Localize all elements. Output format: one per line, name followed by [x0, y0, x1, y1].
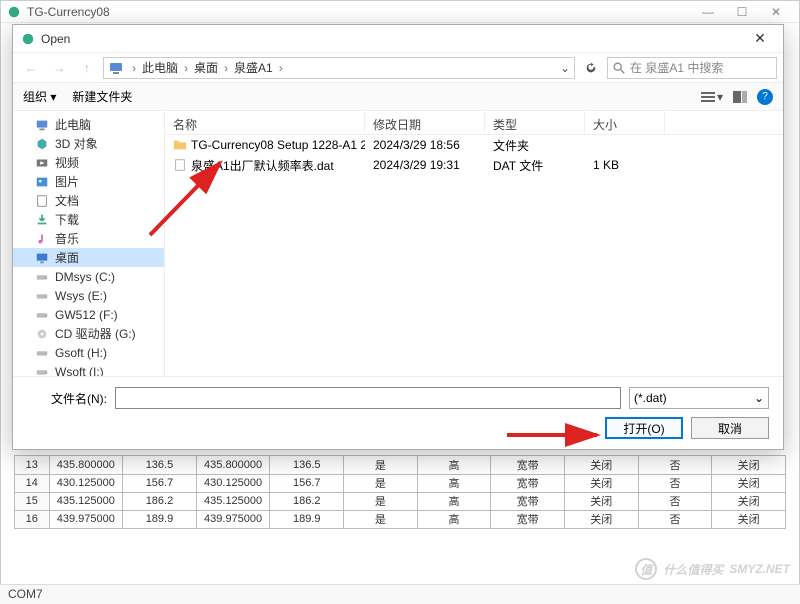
view-mode-button[interactable]: ▾: [701, 90, 723, 104]
minimize-button[interactable]: —: [691, 2, 725, 22]
tree-item-music[interactable]: 音乐: [13, 229, 164, 248]
preview-pane-button[interactable]: [733, 91, 747, 103]
file-icon: [173, 158, 187, 172]
dialog-nav-bar: ← → ↑ › 此电脑 › 桌面 › 泉盛A1 › ⌄ 在 泉盛A1 中搜索: [13, 53, 783, 83]
pc-icon: [108, 60, 124, 76]
folder-tree[interactable]: 此电脑3D 对象视频图片文档下载音乐桌面DMsys (C:)Wsys (E:)G…: [13, 111, 165, 376]
col-type[interactable]: 类型: [485, 111, 585, 134]
col-name[interactable]: 名称: [165, 111, 365, 134]
breadcrumb-dropdown[interactable]: ⌄: [556, 61, 574, 75]
pc-icon: [35, 118, 49, 132]
chevron-down-icon: ⌄: [754, 391, 764, 405]
file-row[interactable]: TG-Currency08 Setup 1228-A1 2024-...2024…: [165, 135, 783, 155]
tree-item-drive[interactable]: Gsoft (H:): [13, 343, 164, 362]
dialog-toolbar: 组织 ▾ 新建文件夹 ▾ ?: [13, 83, 783, 111]
folder-icon: [173, 138, 187, 152]
open-file-dialog: Open ✕ ← → ↑ › 此电脑 › 桌面 › 泉盛A1 › ⌄ 在 泉盛A…: [12, 24, 784, 450]
nav-back-button[interactable]: ←: [19, 57, 43, 79]
search-placeholder: 在 泉盛A1 中搜索: [630, 59, 723, 76]
organize-menu[interactable]: 组织 ▾: [23, 88, 56, 105]
preview-icon: [733, 91, 747, 103]
video-icon: [35, 156, 49, 170]
chevron-right-icon: ›: [180, 61, 192, 75]
tree-item-drive[interactable]: GW512 (F:): [13, 305, 164, 324]
filename-input[interactable]: [115, 387, 621, 409]
tree-item-pc[interactable]: 此电脑: [13, 115, 164, 134]
drive-icon: [35, 346, 49, 360]
search-input[interactable]: 在 泉盛A1 中搜索: [607, 57, 777, 79]
filetype-combo[interactable]: (*.dat) ⌄: [629, 387, 769, 409]
crumb-pc[interactable]: 此电脑: [140, 59, 180, 76]
tree-item-docs[interactable]: 文档: [13, 191, 164, 210]
main-titlebar: TG-Currency08 — ☐ ✕: [1, 1, 799, 23]
dialog-title: Open: [41, 32, 745, 46]
chevron-down-icon: ▾: [717, 90, 723, 104]
main-window-title: TG-Currency08: [27, 5, 691, 19]
app-icon: [21, 32, 35, 46]
close-button[interactable]: ✕: [759, 2, 793, 22]
nav-forward-button[interactable]: →: [47, 57, 71, 79]
tree-item-drive[interactable]: DMsys (C:): [13, 267, 164, 286]
cd-icon: [35, 327, 49, 341]
nav-up-button[interactable]: ↑: [75, 57, 99, 79]
com-port-label: COM7: [8, 587, 43, 601]
tree-item-cd[interactable]: CD 驱动器 (G:): [13, 324, 164, 343]
tree-item-drive[interactable]: Wsys (E:): [13, 286, 164, 305]
dialog-titlebar: Open ✕: [13, 25, 783, 53]
drive-icon: [35, 270, 49, 284]
cancel-button[interactable]: 取消: [691, 417, 769, 439]
app-icon: [7, 5, 21, 19]
file-list-header[interactable]: 名称 修改日期 类型 大小: [165, 111, 783, 135]
crumb-folder[interactable]: 泉盛A1: [232, 59, 275, 76]
drive-icon: [35, 289, 49, 303]
crumb-desktop[interactable]: 桌面: [192, 59, 220, 76]
channel-table[interactable]: 13435.800000136.5435.800000136.5是高宽带关闭否关…: [14, 455, 786, 529]
new-folder-button[interactable]: 新建文件夹: [72, 88, 132, 105]
table-row[interactable]: 15435.125000186.2435.125000186.2是高宽带关闭否关…: [15, 492, 786, 510]
drive-icon: [35, 365, 49, 377]
tree-item-pics[interactable]: 图片: [13, 172, 164, 191]
filetype-value: (*.dat): [634, 391, 667, 405]
chevron-right-icon: ›: [275, 61, 287, 75]
desktop-icon: [35, 251, 49, 265]
chevron-right-icon: ›: [128, 61, 140, 75]
col-size[interactable]: 大小: [585, 111, 665, 134]
file-row[interactable]: 泉盛A1出厂默认频率表.dat2024/3/29 19:31DAT 文件1 KB: [165, 155, 783, 175]
breadcrumb[interactable]: › 此电脑 › 桌面 › 泉盛A1 › ⌄: [103, 57, 575, 79]
tree-item-drive[interactable]: Wsoft (I:): [13, 362, 164, 376]
drive-icon: [35, 308, 49, 322]
list-view-icon: [701, 91, 715, 103]
status-bar: COM7: [0, 584, 800, 604]
tree-item-video[interactable]: 视频: [13, 153, 164, 172]
table-row[interactable]: 16439.975000189.9439.975000189.9是高宽带关闭否关…: [15, 510, 786, 528]
maximize-button[interactable]: ☐: [725, 2, 759, 22]
dl-icon: [35, 213, 49, 227]
pics-icon: [35, 175, 49, 189]
refresh-button[interactable]: [579, 57, 603, 79]
tree-item-desktop[interactable]: 桌面: [13, 248, 164, 267]
tree-item-3d[interactable]: 3D 对象: [13, 134, 164, 153]
music-icon: [35, 232, 49, 246]
filename-label: 文件名(N):: [27, 390, 107, 407]
table-row[interactable]: 14430.125000156.7430.125000156.7是高宽带关闭否关…: [15, 474, 786, 492]
file-list[interactable]: 名称 修改日期 类型 大小 TG-Currency08 Setup 1228-A…: [165, 111, 783, 376]
help-button[interactable]: ?: [757, 89, 773, 105]
watermark-icon: 值: [635, 558, 657, 580]
table-row[interactable]: 13435.800000136.5435.800000136.5是高宽带关闭否关…: [15, 456, 786, 474]
col-date[interactable]: 修改日期: [365, 111, 485, 134]
3d-icon: [35, 137, 49, 151]
watermark: 值 什么值得买 SMYZ.NET: [635, 558, 790, 580]
dialog-close-button[interactable]: ✕: [745, 30, 775, 47]
search-icon: [612, 61, 626, 75]
chevron-right-icon: ›: [220, 61, 232, 75]
tree-item-dl[interactable]: 下载: [13, 210, 164, 229]
refresh-icon: [584, 61, 598, 75]
docs-icon: [35, 194, 49, 208]
open-button[interactable]: 打开(O): [605, 417, 683, 439]
